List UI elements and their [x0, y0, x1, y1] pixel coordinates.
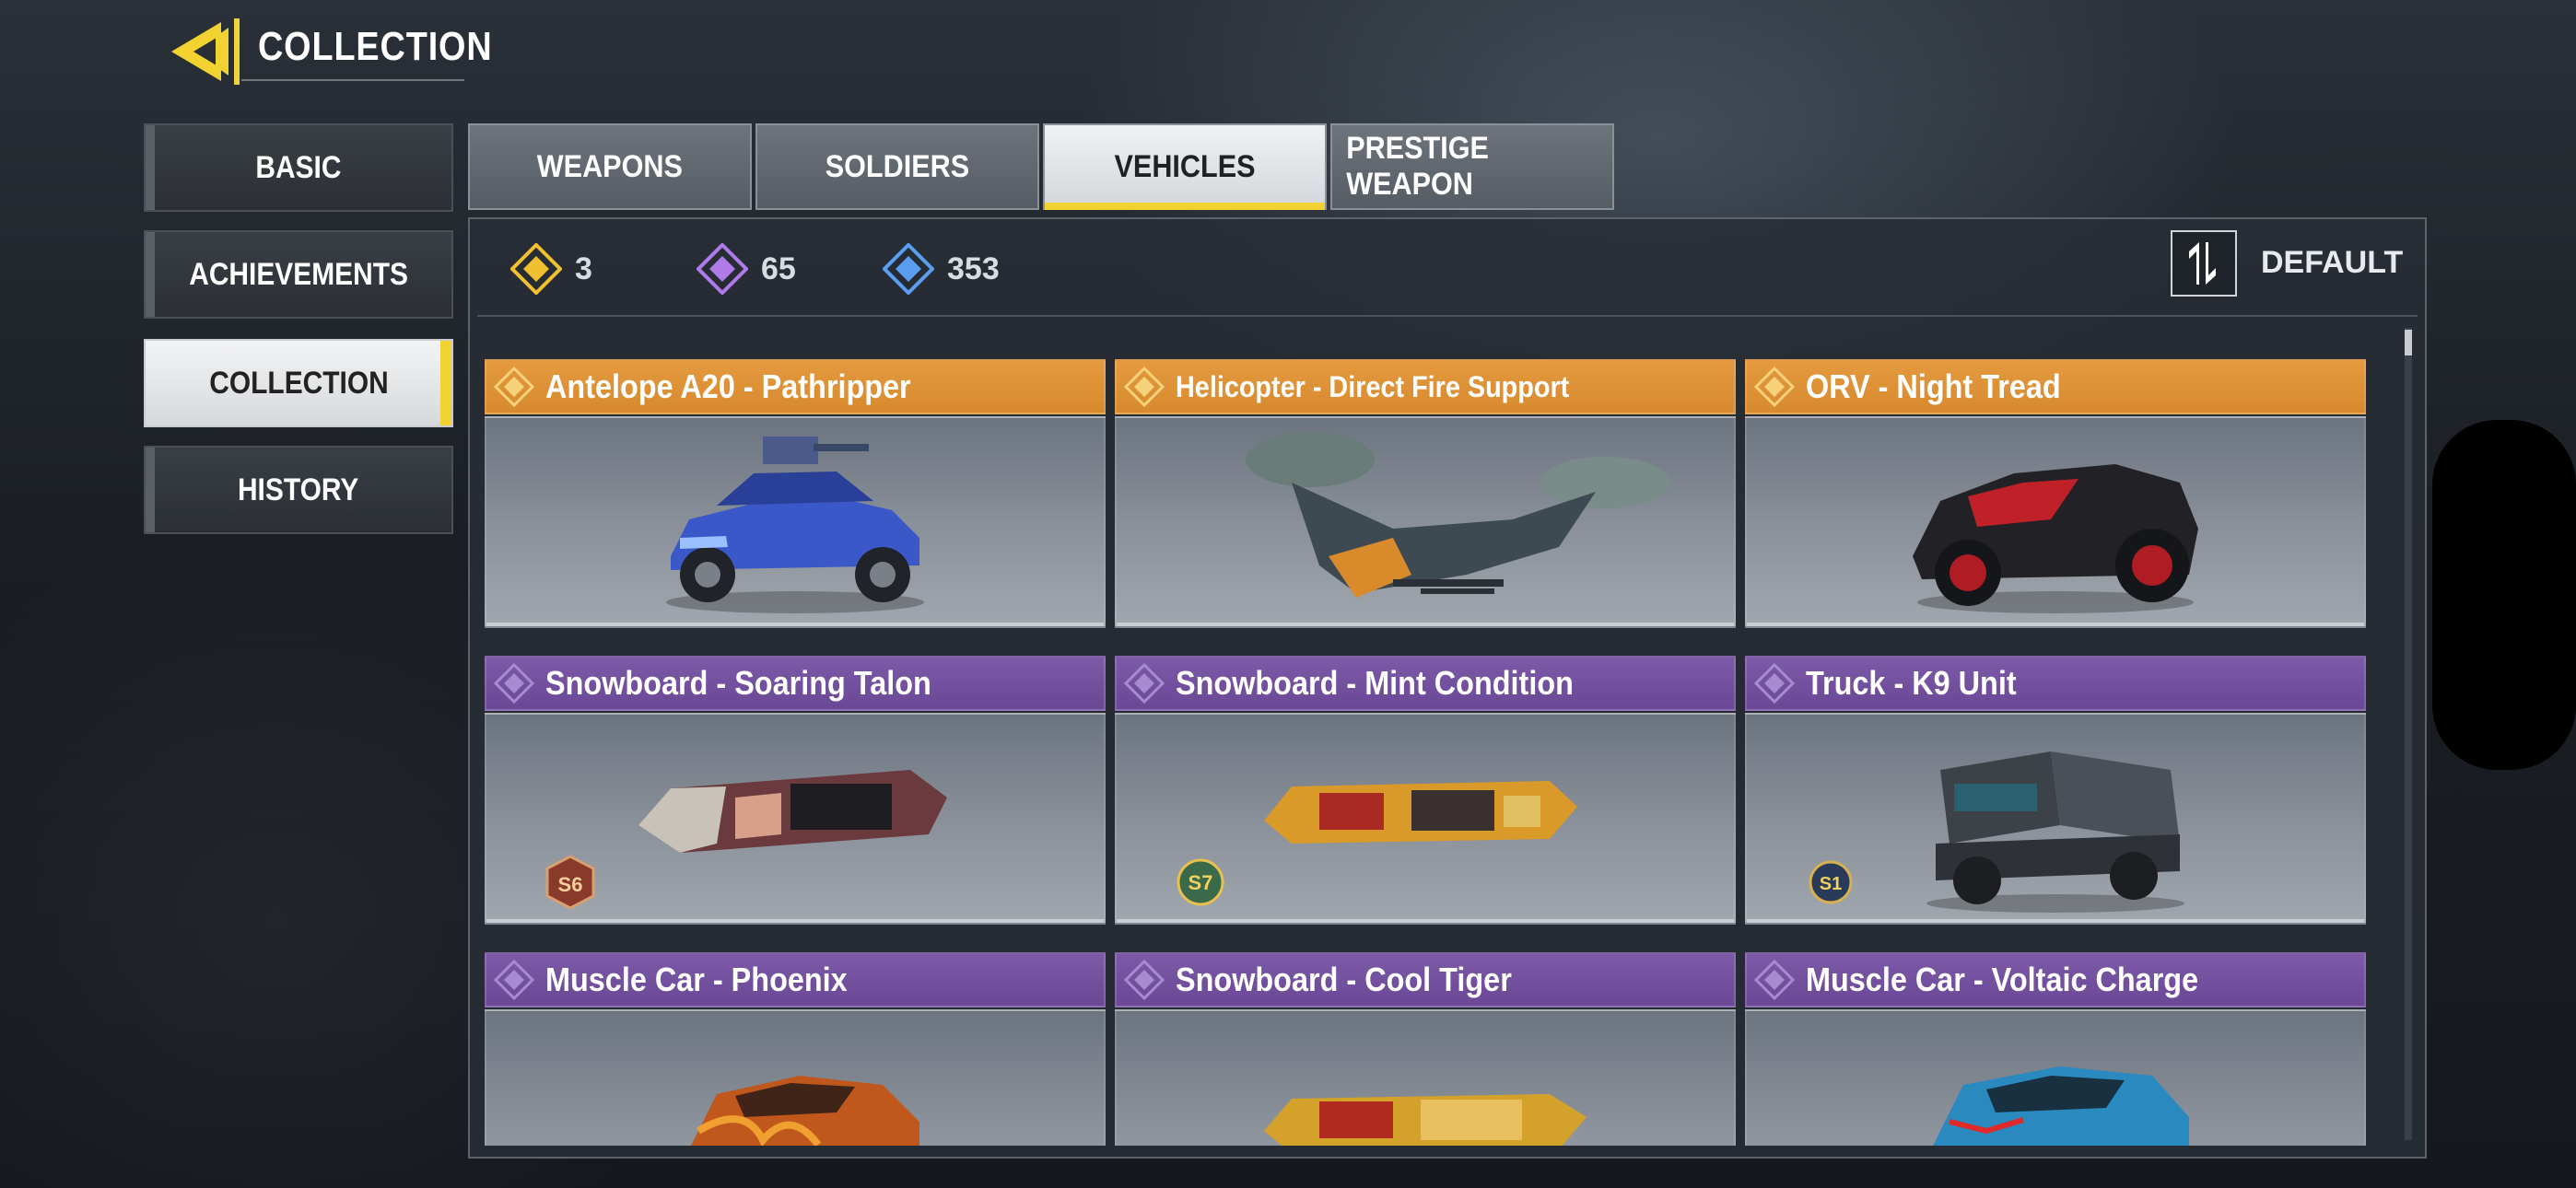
armored-buggy-image: [666, 437, 924, 613]
card-preview: S7: [1115, 713, 1736, 925]
muscle-car-image: [691, 1076, 919, 1146]
epic-count: 65: [761, 250, 796, 286]
card-name: Helicopter - Direct Fire Support: [1176, 369, 1570, 403]
sidebar-item-history[interactable]: HISTORY: [144, 446, 453, 534]
card-name: Truck - K9 Unit: [1806, 664, 2017, 702]
rare-count: 353: [947, 250, 1000, 286]
season-badge-label: S7: [1188, 871, 1213, 894]
card-header: Muscle Car - Voltaic Charge: [1745, 952, 2366, 1007]
epic-counter: 65: [697, 243, 796, 295]
season-badge-label: S6: [558, 873, 583, 896]
sort-label: DEFAULT: [2261, 245, 2404, 280]
season-badge-icon: S6: [545, 855, 595, 910]
vehicle-card[interactable]: Snowboard - Mint Condition S7: [1115, 656, 1736, 925]
season-badge-icon: S1: [1809, 860, 1853, 904]
sidebar-item-collection[interactable]: COLLECTION: [144, 339, 453, 427]
card-name: Muscle Car - Voltaic Charge: [1806, 961, 2199, 998]
rarity-diamond-icon: [494, 663, 534, 704]
vehicle-card[interactable]: Snowboard - Cool Tiger: [1115, 952, 1736, 1146]
rarity-diamond-icon: [1754, 663, 1795, 704]
tab-label: VEHICLES: [1114, 148, 1256, 184]
legendary-diamond-icon: [510, 243, 562, 295]
tab-label: PRESTIGE WEAPON: [1346, 131, 1489, 202]
card-preview: [1745, 416, 2366, 628]
card-name: ORV - Night Tread: [1806, 367, 2061, 405]
legendary-count: 3: [575, 250, 592, 286]
page-title: COLLECTION: [258, 24, 493, 69]
card-header: Snowboard - Cool Tiger: [1115, 952, 1736, 1007]
rarity-diamond-icon: [494, 367, 534, 407]
back-arrow-icon: [171, 22, 228, 81]
vehicle-card[interactable]: Muscle Car - Phoenix: [485, 952, 1106, 1146]
season-badge-icon: S7: [1177, 858, 1224, 906]
muscle-car-image: [1933, 1066, 2189, 1146]
card-preview: [1115, 416, 1736, 628]
card-header: Muscle Car - Phoenix: [485, 952, 1106, 1007]
card-header: Snowboard - Soaring Talon: [485, 656, 1106, 711]
tab-prestige-weapon[interactable]: PRESTIGE WEAPON: [1330, 123, 1614, 210]
sidebar-item-label: HISTORY: [238, 472, 359, 507]
tab-soldiers[interactable]: SOLDIERS: [755, 123, 1039, 210]
season-badge-label: S1: [1820, 874, 1842, 894]
card-preview: S1: [1745, 713, 2366, 925]
sort-swap-icon: [2189, 242, 2216, 285]
card-header: ORV - Night Tread: [1745, 359, 2366, 414]
floating-overlay-handle[interactable]: [2432, 420, 2576, 770]
tab-label: SOLDIERS: [825, 148, 970, 184]
sidebar-item-label: ACHIEVEMENTS: [189, 256, 408, 292]
rare-counter: 353: [883, 243, 1000, 295]
vehicle-card[interactable]: Muscle Car - Voltaic Charge: [1745, 952, 2366, 1146]
vehicle-card[interactable]: ORV - Night Tread: [1745, 359, 2366, 628]
vehicle-card[interactable]: Truck - K9 Unit S1: [1745, 656, 2366, 925]
card-name: Snowboard - Soaring Talon: [545, 664, 931, 702]
back-button[interactable]: [164, 18, 238, 85]
rarity-diamond-icon: [1754, 960, 1795, 1000]
header-accent-bar: [234, 18, 240, 85]
sidebar-item-label: COLLECTION: [208, 365, 389, 401]
sidebar-item-basic[interactable]: BASIC: [144, 123, 453, 212]
rarity-diamond-icon: [1124, 960, 1165, 1000]
card-name: Muscle Car - Phoenix: [545, 961, 848, 998]
card-preview: S6: [485, 713, 1106, 925]
tab-label: WEAPONS: [536, 148, 684, 184]
sort-button[interactable]: [2171, 230, 2237, 297]
card-preview: [1115, 1009, 1736, 1146]
orv-image: [1913, 464, 2198, 613]
tab-vehicles[interactable]: VEHICLES: [1043, 123, 1327, 210]
card-header: Snowboard - Mint Condition: [1115, 656, 1736, 711]
card-preview: [485, 1009, 1106, 1146]
rarity-diamond-icon: [1124, 367, 1165, 407]
rarity-diamond-icon: [1754, 367, 1795, 407]
card-header: Truck - K9 Unit: [1745, 656, 2366, 711]
vehicle-card[interactable]: Antelope A20 - Pathripper: [485, 359, 1106, 628]
legendary-counter: 3: [510, 243, 592, 295]
sidebar-item-label: BASIC: [255, 149, 342, 185]
card-name: Antelope A20 - Pathripper: [545, 367, 911, 405]
vehicle-card[interactable]: Snowboard - Soaring Talon S6: [485, 656, 1106, 925]
card-preview: [1745, 1009, 2366, 1146]
card-header: Antelope A20 - Pathripper: [485, 359, 1106, 414]
scrollbar-thumb[interactable]: [2405, 330, 2412, 355]
vehicle-card[interactable]: Helicopter - Direct Fire Support: [1115, 359, 1736, 628]
panel-divider: [477, 315, 2418, 317]
tab-weapons[interactable]: WEAPONS: [468, 123, 752, 210]
scrollbar-track[interactable]: [2405, 328, 2412, 1140]
rarity-diamond-icon: [494, 960, 534, 1000]
card-name: Snowboard - Cool Tiger: [1176, 961, 1512, 998]
snowboard-image: [1264, 1094, 1587, 1146]
rarity-diamond-icon: [1124, 663, 1165, 704]
rare-diamond-icon: [883, 243, 934, 295]
header-underline: [241, 79, 464, 81]
helicopter-image: [1246, 432, 1669, 598]
sidebar-item-achievements[interactable]: ACHIEVEMENTS: [144, 230, 453, 319]
vehicle-grid: Antelope A20 - Pathripper Helicopter - D…: [483, 354, 2370, 1146]
epic-diamond-icon: [697, 243, 748, 295]
card-header: Helicopter - Direct Fire Support: [1115, 359, 1736, 414]
card-name: Snowboard - Mint Condition: [1176, 664, 1574, 702]
card-preview: [485, 416, 1106, 628]
